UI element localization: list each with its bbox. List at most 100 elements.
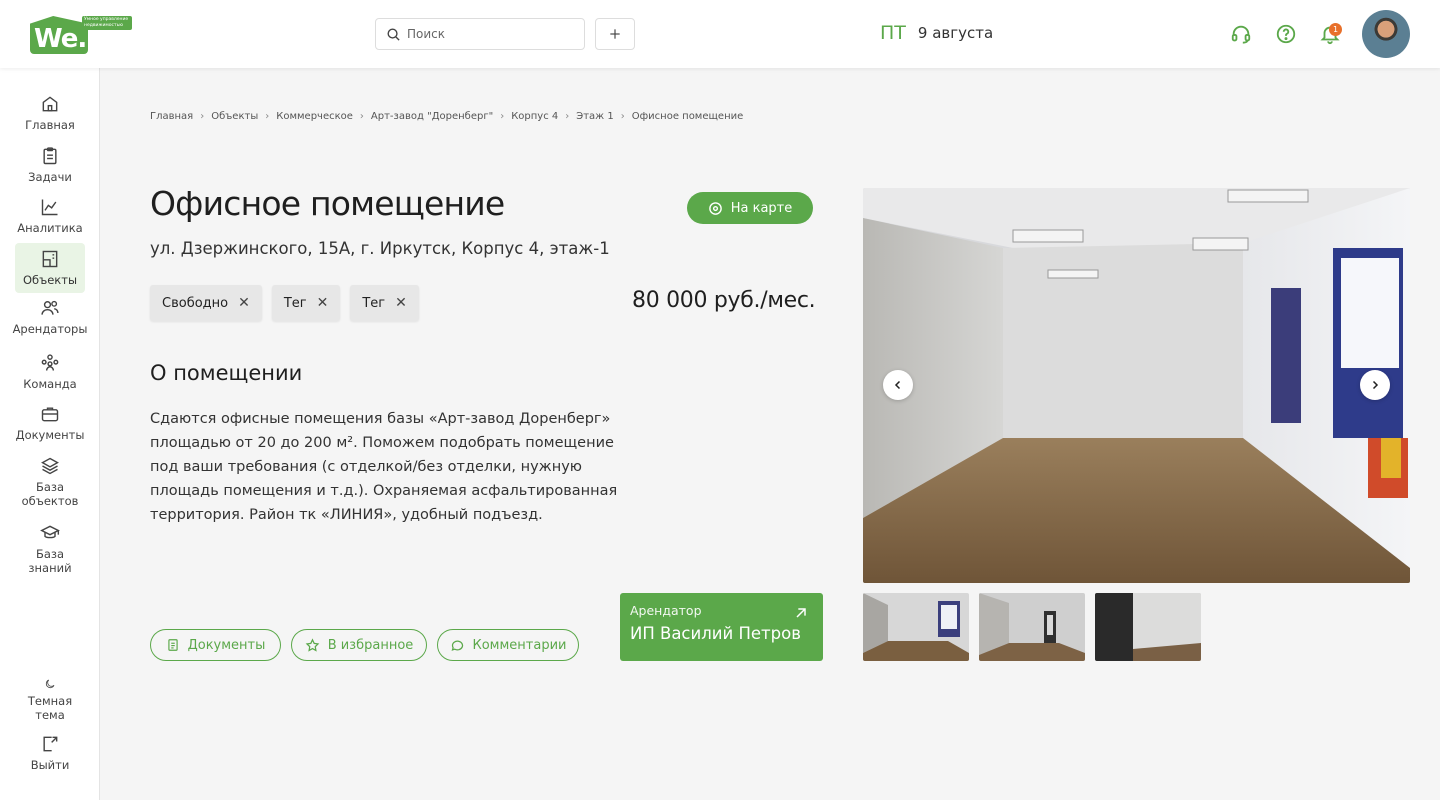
address: ул. Дзержинского, 15А, г. Иркутск, Корпу… [150,239,610,258]
next-photo-button[interactable] [1360,370,1390,400]
notification-badge: 1 [1329,23,1342,36]
chevron-right-icon: › [200,111,205,122]
tag-label: Тег [283,295,307,311]
sidebar-item-label: Главная [25,118,75,132]
tenant-label: Арендатор [630,603,702,618]
photo-thumbnail[interactable] [863,593,969,661]
sidebar-item-label: Арендаторы [12,322,88,336]
tag: Тег ✕ [271,285,341,321]
chevron-right-icon: › [565,111,570,122]
moon-icon [45,679,55,689]
breadcrumb: Главная › Объекты › Коммерческое › Арт-з… [150,111,743,122]
logout-button[interactable]: Выйти [15,734,85,778]
team-icon [41,354,59,371]
about-description: Сдаются офисные помещения базы «Арт-заво… [150,411,618,523]
chevron-right-icon: › [500,111,505,122]
tag-label: Свободно [162,295,229,311]
price: 80 000 руб./мес. [632,288,816,313]
sidebar-item-label: Аналитика [17,221,83,235]
photo-thumbnail[interactable] [1095,593,1201,661]
arrow-up-right-icon [796,608,806,618]
previous-photo-button[interactable] [883,370,913,400]
breadcrumb-item[interactable]: Объекты [211,111,258,122]
sidebar-item-tenants[interactable]: Арендаторы [12,298,88,342]
tag-label: Тег [362,295,386,311]
comments-button[interactable]: Комментарии [437,629,579,661]
logo-tagline: Умное управление недвижимостью [82,16,132,30]
breadcrumb-item[interactable]: Главная [150,111,193,122]
users-icon [41,300,59,315]
logo-mark: We. [30,16,88,54]
close-icon[interactable]: ✕ [238,295,250,311]
location-pin-icon [708,201,722,215]
logo[interactable]: We. Умное управление недвижимостью [30,14,132,54]
documents-button[interactable]: Документы [150,629,281,661]
plus-icon [610,29,620,39]
chevron-right-icon: › [359,111,364,122]
headset-icon [1231,25,1251,44]
logout-label: Выйти [30,758,70,772]
dark-theme-label: Темная тема [27,694,73,722]
date-display: ПТ 9 августа [880,20,993,46]
chevron-left-icon [894,380,901,390]
sidebar-item-documents[interactable]: Документы [15,404,85,448]
tenant-name: ИП Василий Петров [630,624,801,643]
search-input[interactable] [407,27,577,41]
date-text: 9 августа [917,24,994,42]
building-icon [42,250,58,268]
sidebar-item-label: Команда [23,377,77,391]
photo-thumbnail[interactable] [979,593,1085,661]
sidebar-item-home[interactable]: Главная [15,94,85,138]
chevron-right-icon: › [265,111,270,122]
chevron-right-icon [1372,380,1379,390]
sidebar-item-label: База знаний [28,547,72,575]
sidebar-item-label: Объекты [22,273,78,287]
sidebar-item-label: База объектов [21,480,79,508]
status-tag: Свободно ✕ [150,285,262,321]
favorite-button-label: В избранное [327,637,414,653]
close-icon[interactable]: ✕ [317,295,329,311]
document-icon [167,639,178,651]
support-button[interactable] [1229,22,1253,46]
add-button[interactable] [595,18,635,50]
map-button-label: На карте [730,200,793,216]
home-icon [42,96,58,112]
sidebar-item-object-base[interactable]: База объектов [15,456,85,512]
help-circle-icon [1276,24,1296,44]
sidebar: Главная Задачи Аналитика Объекты Арендат… [0,68,100,800]
search-box[interactable] [375,18,585,50]
sidebar-item-objects[interactable]: Объекты [15,243,85,293]
briefcase-icon [41,407,59,422]
layers-icon [41,457,59,475]
top-header: We. Умное управление недвижимостью ПТ 9 … [0,0,1440,68]
main-photo [863,188,1410,583]
sidebar-item-label: Задачи [28,170,72,184]
tag-list: Свободно ✕ Тег ✕ Тег ✕ [150,285,429,321]
breadcrumb-item[interactable]: Корпус 4 [511,111,558,122]
tenant-card[interactable]: Арендатор ИП Василий Петров [620,593,823,661]
close-icon[interactable]: ✕ [395,295,407,311]
breadcrumb-current: Офисное помещение [631,111,744,122]
tag: Тег ✕ [350,285,419,321]
weekday: ПТ [880,22,906,44]
favorite-button[interactable]: В избранное [291,629,427,661]
documents-button-label: Документы [187,637,266,653]
comments-button-label: Комментарии [472,637,567,653]
graduation-cap-icon [40,525,60,539]
about-heading: О помещении [150,361,303,385]
breadcrumb-item[interactable]: Арт-завод "Доренберг" [371,111,493,122]
help-button[interactable] [1274,22,1298,46]
avatar[interactable] [1362,10,1410,58]
sidebar-item-tasks[interactable]: Задачи [15,146,85,190]
breadcrumb-item[interactable]: Коммерческое [276,111,353,122]
sidebar-item-knowledge-base[interactable]: База знаний [15,523,85,579]
dark-theme-toggle[interactable]: Темная тема [15,678,85,722]
chevron-right-icon: › [620,111,625,122]
chart-icon [41,199,58,216]
sidebar-item-team[interactable]: Команда [15,353,85,397]
sidebar-item-label: Документы [15,428,85,442]
logout-icon [43,736,58,752]
breadcrumb-item[interactable]: Этаж 1 [576,111,614,122]
sidebar-item-analytics[interactable]: Аналитика [15,197,85,241]
map-button[interactable]: На карте [687,192,813,224]
